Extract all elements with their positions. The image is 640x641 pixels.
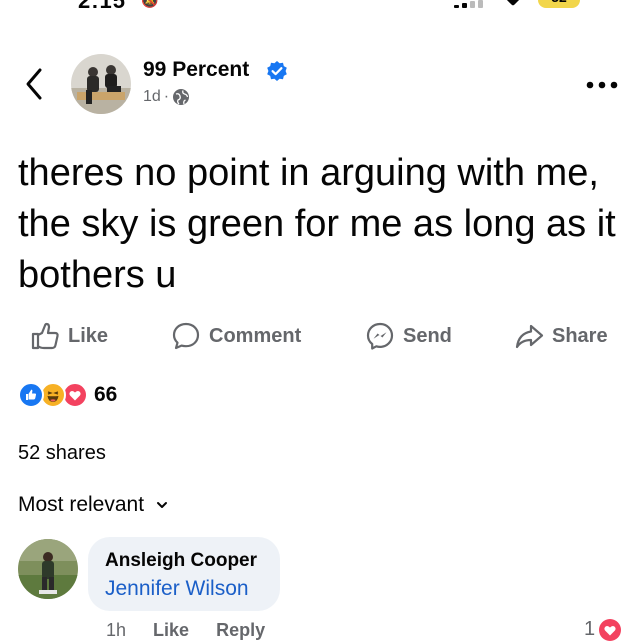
send-label: Send: [403, 324, 452, 347]
comment-time: 1h: [106, 620, 127, 640]
post-text: theres no point in arguing with me, the …: [18, 152, 616, 296]
share-label: Share: [552, 324, 608, 347]
wifi-icon: [505, 0, 521, 7]
comment-reply-button[interactable]: Reply: [216, 620, 265, 640]
post-meta: 1d ·: [143, 88, 190, 106]
thumbs-up-icon: [31, 322, 59, 350]
share-button[interactable]: Share: [514, 316, 608, 356]
battery-level: 52: [551, 0, 567, 5]
comment-mention-link[interactable]: Jennifer Wilson: [105, 577, 249, 601]
globe-icon: [173, 89, 190, 105]
like-button[interactable]: Like: [30, 316, 108, 356]
author-name[interactable]: 99 Percent: [143, 58, 249, 82]
commenter-avatar[interactable]: [18, 539, 78, 599]
comment-bubble[interactable]: Ansleigh Cooper Jennifer Wilson: [88, 537, 280, 611]
reactions-summary[interactable]: 66: [18, 381, 117, 409]
status-time: 2:15: [78, 0, 126, 12]
signal-icon: [454, 0, 490, 8]
verified-badge-icon: [267, 61, 287, 81]
like-label: Like: [68, 324, 109, 347]
love-reaction-icon: [599, 618, 622, 641]
shares-count[interactable]: 52 shares: [18, 442, 106, 465]
post-age[interactable]: 1d: [143, 88, 161, 105]
share-arrow-icon: [515, 324, 544, 349]
chevron-left-icon: [26, 68, 42, 100]
comment-label: Comment: [209, 324, 302, 347]
battery-icon: 52: [538, 0, 580, 8]
chevron-down-icon: [157, 502, 168, 508]
commenter-name[interactable]: Ansleigh Cooper: [105, 550, 257, 572]
comment-button[interactable]: Comment: [171, 316, 301, 356]
send-button[interactable]: Send: [365, 316, 452, 356]
like-reaction-icon: [18, 382, 44, 408]
comment-like-button[interactable]: Like: [153, 620, 189, 640]
sort-label: Most relevant: [18, 493, 145, 516]
meta-separator: ·: [163, 88, 170, 105]
comment-reaction-summary[interactable]: 1: [584, 618, 622, 641]
more-dots-icon: [586, 81, 618, 89]
comment-sort-selector[interactable]: Most relevant: [18, 493, 168, 517]
comment-actions: 1h Like Reply: [106, 620, 287, 641]
speech-bubble-icon: [172, 322, 200, 350]
status-bar: 2:15 🔕 52: [0, 0, 640, 12]
back-button[interactable]: [18, 64, 52, 104]
author-avatar[interactable]: [71, 54, 131, 114]
more-options-button[interactable]: [584, 78, 620, 92]
comment-reaction-count: 1: [584, 618, 596, 640]
silent-bell-icon: 🔕: [141, 0, 159, 8]
reaction-count: 66: [94, 383, 118, 406]
messenger-icon: [366, 322, 394, 350]
